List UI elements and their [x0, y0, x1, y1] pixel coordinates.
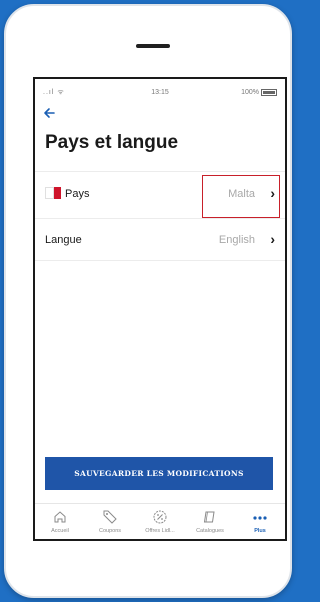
catalog-icon [203, 511, 215, 523]
highlight-box [202, 175, 280, 218]
battery-percent: 100% [241, 89, 259, 96]
tab-label: Plus [254, 528, 266, 534]
tab-coupons[interactable]: Coupons [85, 504, 135, 539]
country-label: Pays [65, 188, 90, 200]
tab-label: Accueil [51, 528, 69, 534]
save-changes-button[interactable]: SAUVEGARDER LES MODIFICATIONS [45, 457, 273, 490]
phone-frame: ..ıl ᯤ 13:15 100% Pays et langue Pays Ma… [4, 4, 292, 598]
tab-offres[interactable]: Offres Lidl... [135, 504, 185, 539]
app-screen: ..ıl ᯤ 13:15 100% Pays et langue Pays Ma… [33, 77, 287, 541]
battery-icon [261, 89, 277, 96]
tab-label: Catalogues [196, 528, 224, 534]
coupon-icon [103, 510, 117, 524]
divider [35, 171, 285, 172]
tab-catalogues[interactable]: Catalogues [185, 504, 235, 539]
divider [35, 260, 285, 261]
bottom-tab-bar: Accueil Coupons Offres Lidl... Catalogue… [35, 503, 285, 539]
chevron-right-icon: › [270, 231, 275, 247]
status-bar: ..ıl ᯤ 13:15 100% [35, 79, 285, 105]
tab-plus[interactable]: Plus [235, 504, 285, 539]
home-icon [54, 511, 66, 523]
tab-accueil[interactable]: Accueil [35, 504, 85, 539]
back-arrow-icon[interactable] [43, 107, 55, 123]
language-row[interactable]: Langue English › [35, 219, 285, 264]
percent-badge-icon [153, 510, 167, 524]
phone-speaker [136, 44, 170, 48]
tab-label: Coupons [98, 528, 122, 534]
language-value: English [218, 234, 255, 246]
more-dots-icon [253, 516, 267, 520]
page-title: Pays et langue [45, 132, 179, 153]
language-label: Langue [45, 234, 82, 246]
tab-label: Offres Lidl... [145, 528, 175, 534]
malta-flag-icon [45, 187, 61, 199]
